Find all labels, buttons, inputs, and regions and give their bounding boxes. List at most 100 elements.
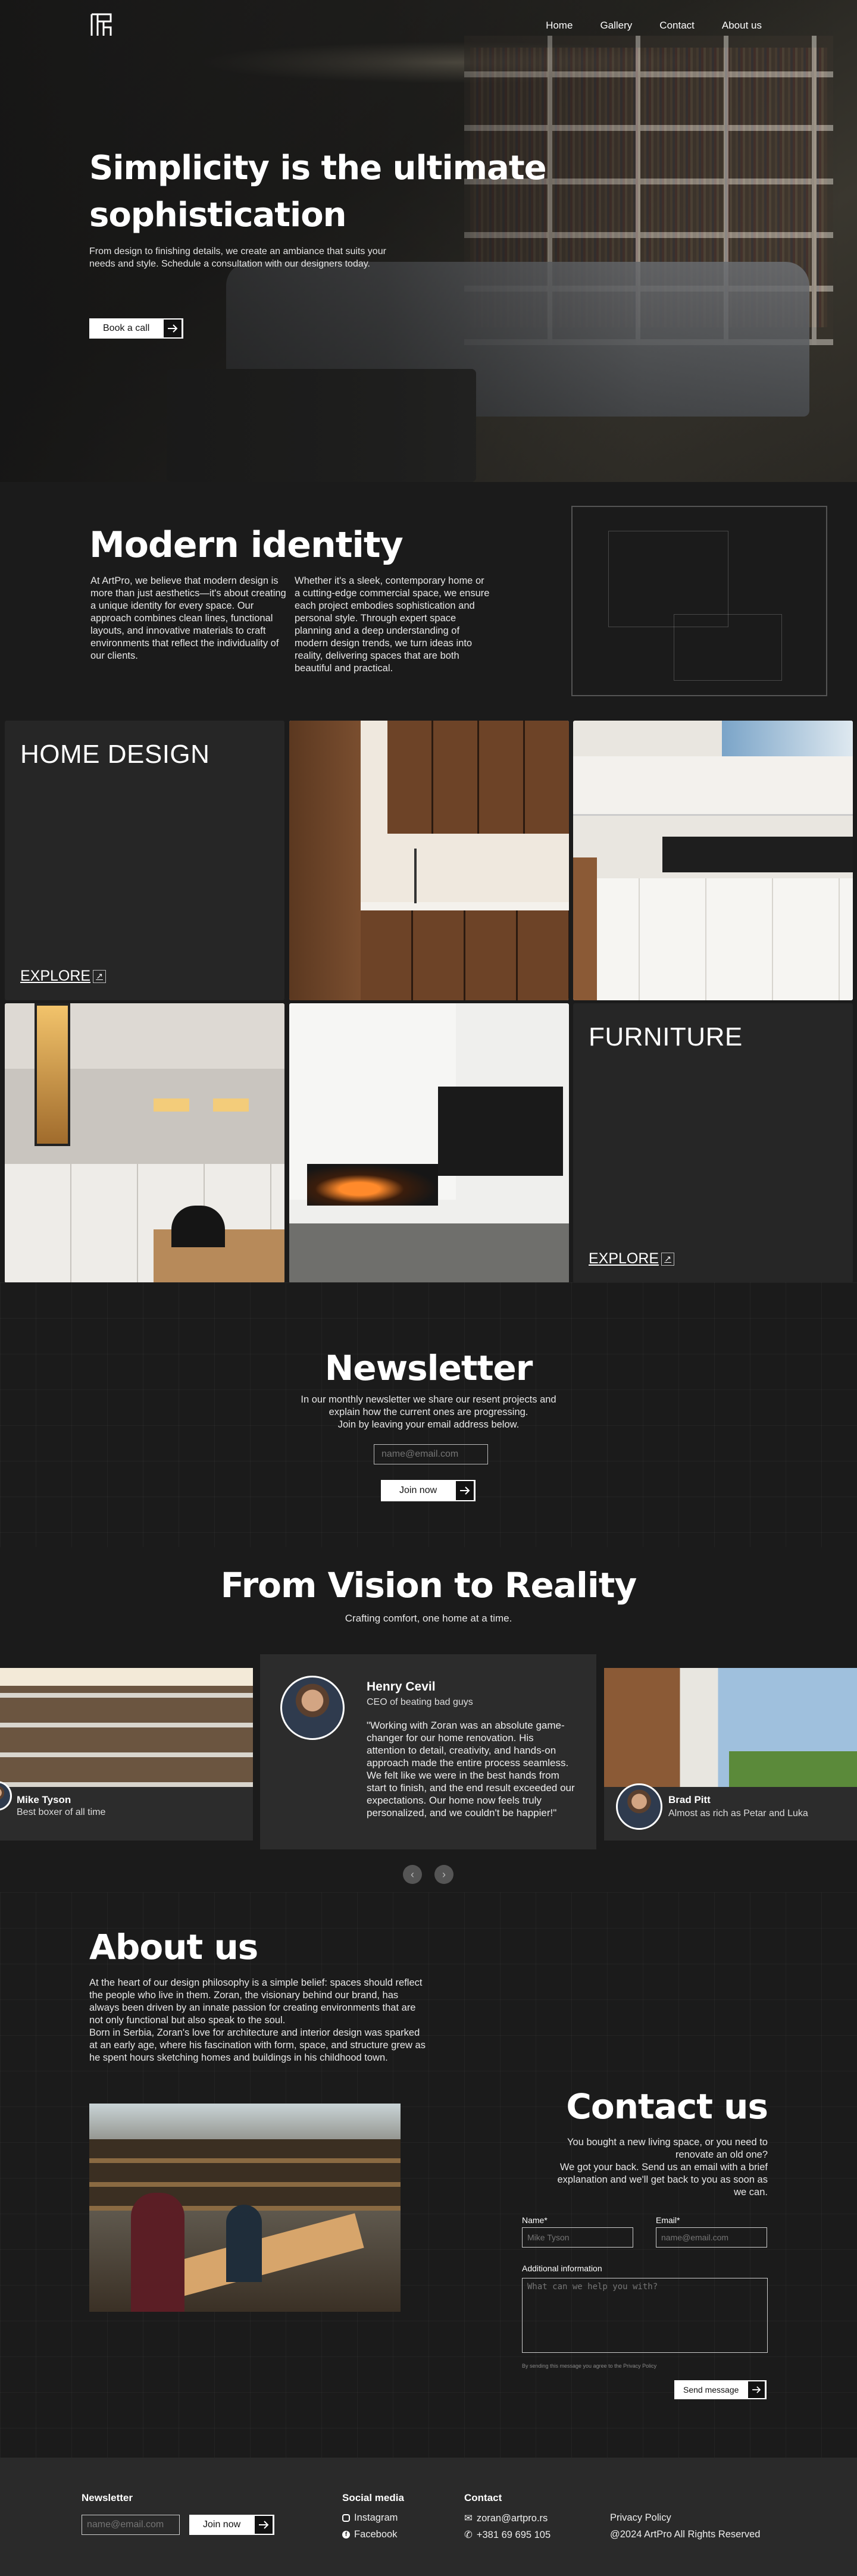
identity-col-1: At ArtPro, we believe that modern design… xyxy=(90,575,286,661)
testimonial-name: Mike Tyson xyxy=(17,1794,71,1805)
testimonial-card-center[interactable]: Henry Cevil CEO of beating bad guys "Wor… xyxy=(260,1654,596,1849)
footer-email[interactable]: ✉ zoran@artpro.rs xyxy=(464,2512,548,2524)
contact-line-4: explanation and we'll get back to you as… xyxy=(557,2174,768,2185)
book-call-label: Book a call xyxy=(103,323,150,333)
logo-icon[interactable] xyxy=(90,13,112,37)
arrow-up-right-icon: ↗ xyxy=(661,1252,675,1266)
testimonial-name: Brad Pitt xyxy=(668,1794,711,1805)
footer-join-label: Join now xyxy=(203,2519,241,2530)
about-paragraph-2: Born in Serbia, Zoran's love for archite… xyxy=(89,2027,426,2063)
vision-subtitle: Crafting comfort, one home at a time. xyxy=(345,1613,512,1624)
facebook-link[interactable]: f Facebook xyxy=(342,2529,397,2540)
testimonial-role: Best boxer of all time xyxy=(17,1807,106,1817)
footer-join-button[interactable]: Join now xyxy=(189,2515,275,2535)
email-field[interactable] xyxy=(656,2227,767,2248)
privacy-notice: By sending this message you agree to the… xyxy=(522,2363,657,2369)
testimonial-role: CEO of beating bad guys xyxy=(367,1697,473,1707)
contact-line-1: You bought a new living space, or you ne… xyxy=(567,2137,768,2148)
newsletter-title: Newsletter xyxy=(324,1348,533,1388)
email-label: Email* xyxy=(656,2215,680,2225)
hero-overlay xyxy=(0,0,857,482)
furniture-explore-link[interactable]: EXPLORE ↗ xyxy=(589,1250,675,1267)
furniture-label: FURNITURE xyxy=(589,1022,743,1051)
workshop-photo xyxy=(89,2104,401,2312)
nav-about[interactable]: About us xyxy=(722,20,762,32)
arrow-up-right-icon: ↗ xyxy=(93,969,107,983)
contact-line-3: We got your back. Send us an email with … xyxy=(559,2162,768,2173)
about-text: At the heart of our design philosophy is… xyxy=(89,1977,428,2064)
main-nav: Home Gallery Contact About us xyxy=(546,20,762,32)
privacy-policy-link[interactable]: Privacy Policy xyxy=(610,2512,671,2524)
about-paragraph-1: At the heart of our design philosophy is… xyxy=(89,1977,423,2026)
newsletter-section: Newsletter In our monthly newsletter we … xyxy=(0,1282,857,1547)
instagram-label: Instagram xyxy=(354,2512,398,2523)
fireplace-photo[interactable] xyxy=(289,1003,569,1282)
footer-email-input[interactable] xyxy=(82,2515,180,2535)
name-field[interactable] xyxy=(522,2227,633,2248)
contact-footer-title: Contact xyxy=(464,2492,502,2503)
explore-label: EXPLORE xyxy=(589,1250,659,1267)
testimonial-name: Henry Cevil xyxy=(367,1680,436,1694)
name-label: Name* xyxy=(522,2215,548,2225)
newsletter-join-button[interactable]: Join now xyxy=(381,1480,476,1501)
contact-text: You bought a new living space, or you ne… xyxy=(530,2136,768,2199)
chevron-left-icon[interactable]: ‹ xyxy=(403,1865,422,1884)
hero-title: Simplicity is the ultimate sophisticatio… xyxy=(89,149,547,234)
chevron-right-icon[interactable]: › xyxy=(434,1865,453,1884)
info-textarea[interactable] xyxy=(522,2278,768,2353)
about-title: About us xyxy=(89,1927,258,1967)
arrow-right-icon xyxy=(455,1480,476,1501)
join-label: Join now xyxy=(399,1485,437,1495)
kitchen-photo-2[interactable] xyxy=(573,721,853,1000)
identity-title: Modern identity xyxy=(89,524,404,566)
home-design-tile[interactable]: HOME DESIGN EXPLORE ↗ xyxy=(5,721,284,1000)
explore-label: EXPLORE xyxy=(20,968,91,984)
hero-section: Home Gallery Contact About us Simplicity… xyxy=(0,0,857,482)
social-title: Social media xyxy=(342,2492,404,2503)
instagram-link[interactable]: Instagram xyxy=(342,2512,398,2524)
testimonial-quote: "Working with Zoran was an absolute game… xyxy=(367,1720,575,1818)
nav-gallery[interactable]: Gallery xyxy=(600,20,632,32)
nav-home[interactable]: Home xyxy=(546,20,573,32)
mail-icon: ✉ xyxy=(464,2513,473,2524)
book-call-button[interactable]: Book a call xyxy=(89,318,184,339)
facebook-label: Facebook xyxy=(354,2529,398,2540)
identity-col-2: Whether it's a sleek, contemporary home … xyxy=(295,575,490,674)
send-message-button[interactable]: Send message xyxy=(674,2380,767,2399)
identity-section: Modern identity At ArtPro, we believe th… xyxy=(0,482,857,720)
phone-icon: ✆ xyxy=(464,2530,473,2540)
footer-email-text: zoran@artpro.rs xyxy=(476,2512,548,2524)
furniture-tile[interactable]: FURNITURE EXPLORE ↗ xyxy=(573,1003,853,1282)
footer-phone[interactable]: ✆ +381 69 695 105 xyxy=(464,2529,551,2541)
newsletter-line-2: explain how the current ones are progres… xyxy=(329,1407,528,1417)
cabinet-photo[interactable] xyxy=(5,1003,284,1282)
avatar xyxy=(616,1783,662,1830)
avatar xyxy=(280,1676,345,1740)
testimonial-role: Almost as rich as Petar and Luka xyxy=(668,1808,808,1818)
home-design-explore-link[interactable]: EXPLORE ↗ xyxy=(20,968,107,985)
info-label: Additional information xyxy=(522,2264,602,2273)
about-section: About us At the heart of our design phil… xyxy=(0,1892,857,2458)
newsletter-email-input[interactable] xyxy=(374,1444,488,1464)
newsletter-line-1: In our monthly newsletter we share our r… xyxy=(301,1394,556,1405)
gallery-section: HOME DESIGN EXPLORE ↗ FURNITURE EXPLORE ↗ xyxy=(0,718,857,1282)
facebook-icon: f xyxy=(342,2531,350,2539)
arrow-right-icon xyxy=(162,318,183,339)
contact-line-5: we can. xyxy=(734,2187,768,2198)
send-label: Send message xyxy=(683,2385,739,2395)
arrow-right-icon xyxy=(254,2515,274,2535)
kitchen-photo-1[interactable] xyxy=(289,721,569,1000)
hero-text: From design to finishing details, we cre… xyxy=(89,246,386,269)
testimonial-card-right[interactable]: Brad Pitt Almost as rich as Petar and Lu… xyxy=(604,1668,857,1841)
contact-title: Contact us xyxy=(566,2086,768,2127)
nav-contact[interactable]: Contact xyxy=(659,20,695,32)
home-design-label: HOME DESIGN xyxy=(20,740,210,769)
testimonial-card-left[interactable]: Mike Tyson Best boxer of all time xyxy=(0,1668,253,1841)
instagram-icon xyxy=(342,2514,350,2522)
floor-plan-drawing xyxy=(571,506,827,696)
footer-phone-text: +381 69 695 105 xyxy=(476,2529,551,2540)
copyright: @2024 ArtPro All Rights Reserved xyxy=(610,2529,761,2540)
arrow-right-icon xyxy=(747,2380,767,2399)
testimonials-section: From Vision to Reality Crafting comfort,… xyxy=(0,1547,857,1892)
vision-title: From Vision to Reality xyxy=(220,1565,637,1605)
